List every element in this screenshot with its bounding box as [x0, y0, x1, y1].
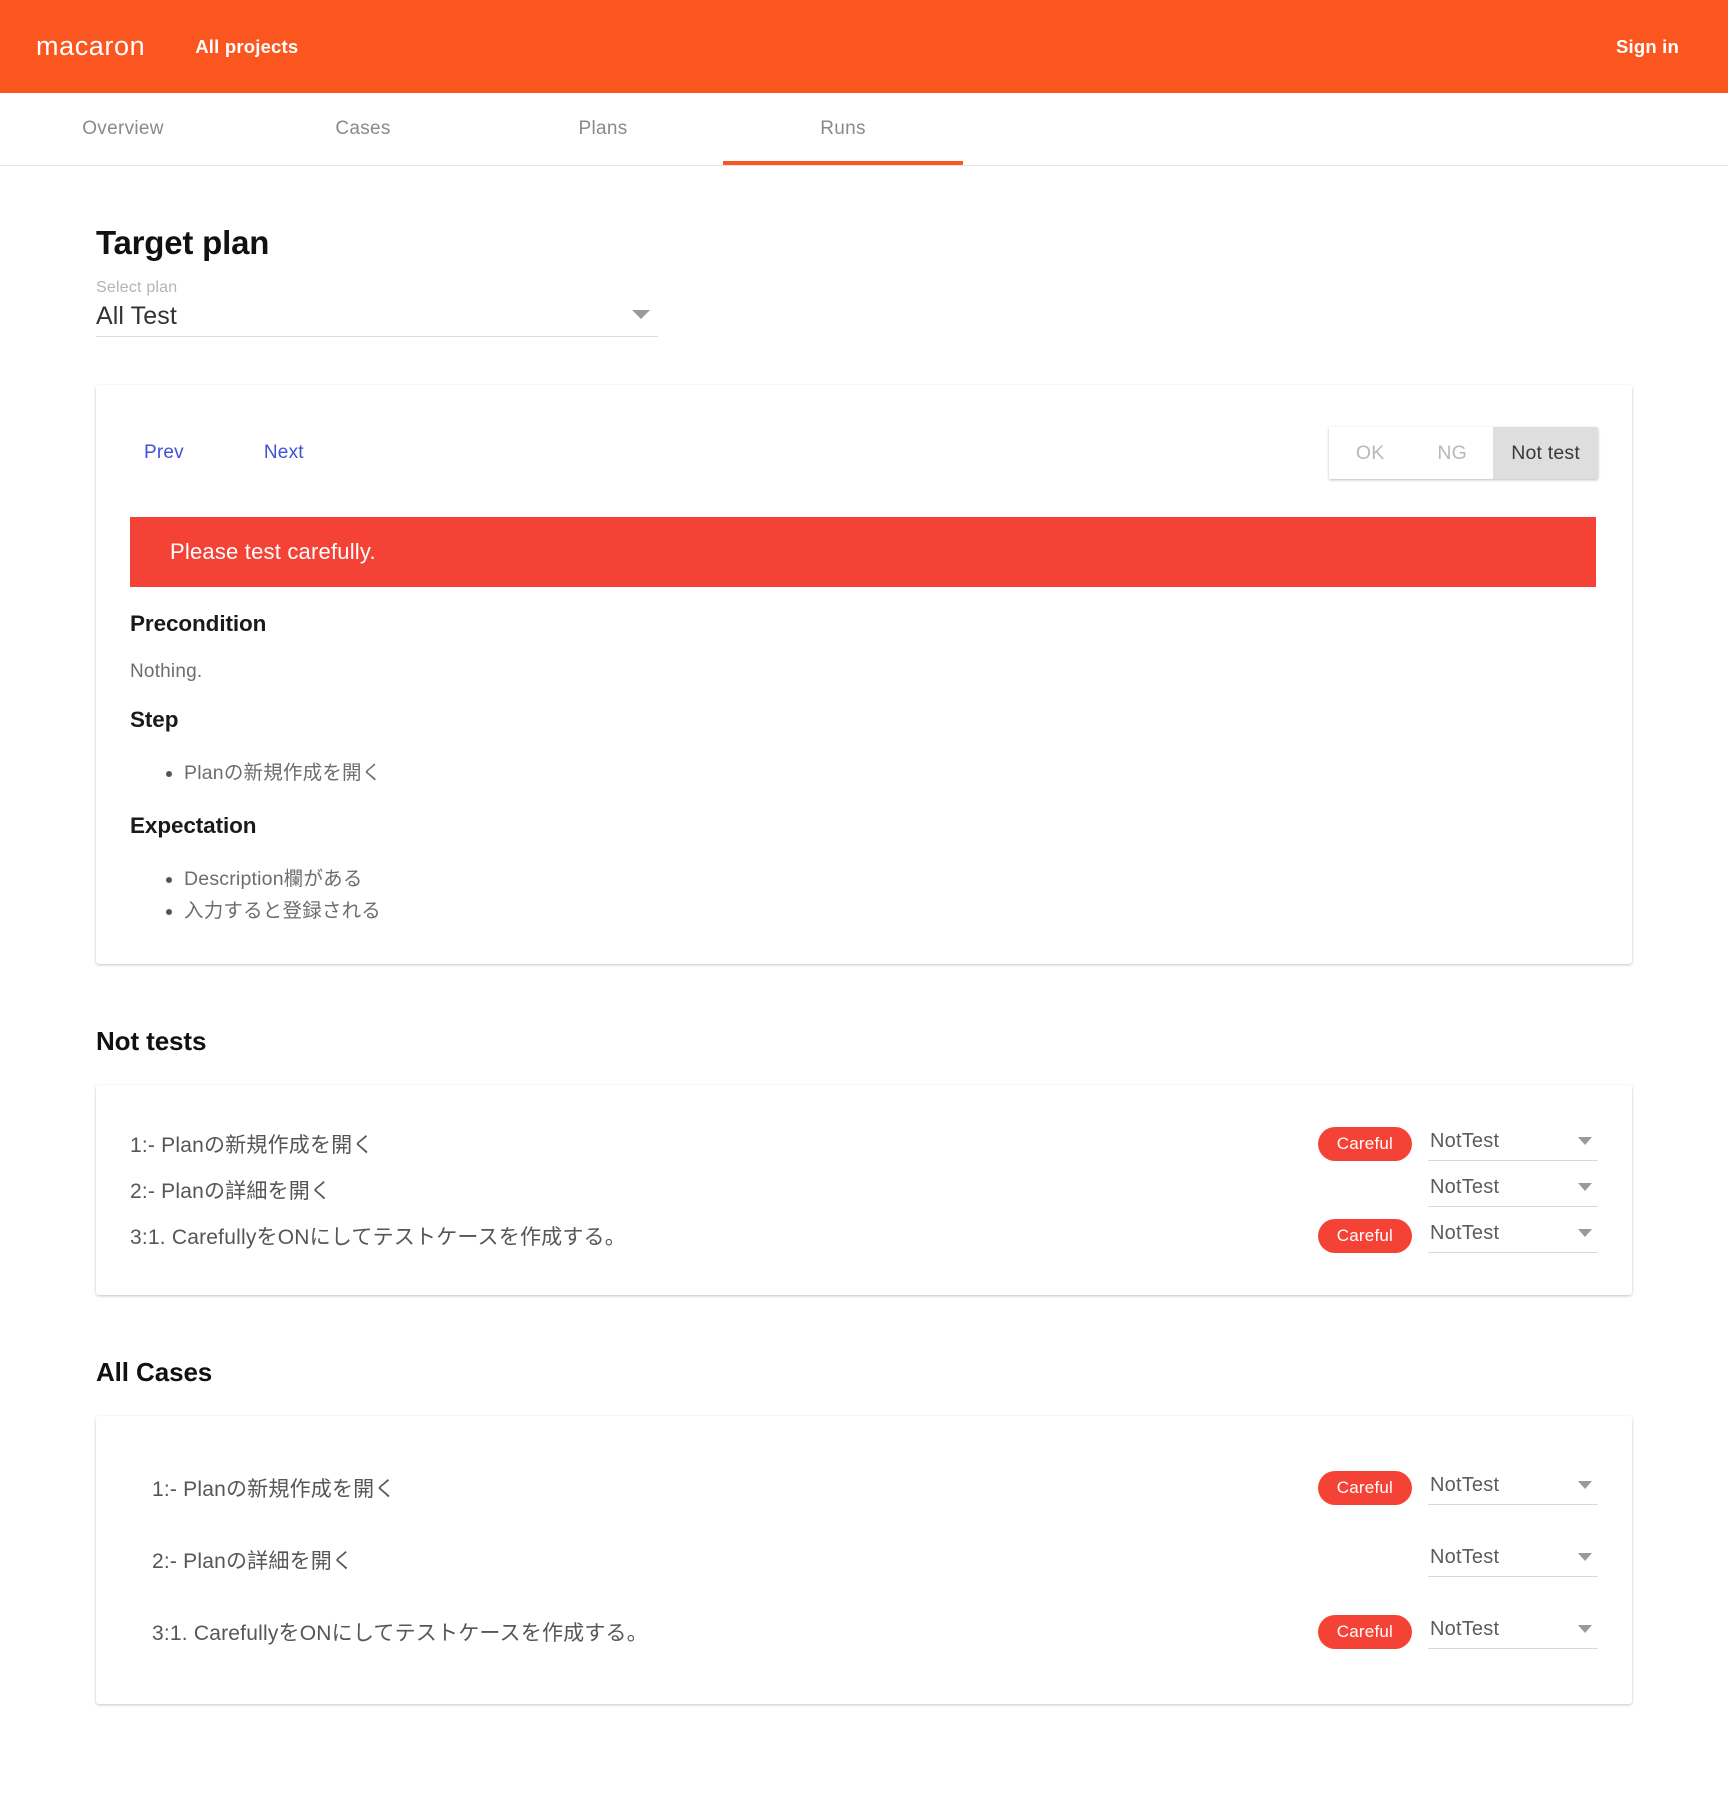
all-cases-row-controls: Careful NotTest — [1317, 1470, 1598, 1506]
expectation-list: Description欄がある 入力すると登録される — [130, 863, 1598, 927]
plan-select[interactable]: Select plan All Test — [96, 279, 658, 337]
chevron-down-icon — [1578, 1183, 1592, 1192]
all-cases-title: All Cases — [96, 1356, 213, 1387]
tab-runs[interactable]: Runs — [723, 93, 963, 165]
precondition-heading: Precondition — [130, 611, 267, 636]
not-tests-row-label: 1:- Planの新規作成を開く — [130, 1133, 374, 1157]
not-tests-status-value: NotTest — [1430, 1130, 1500, 1153]
not-tests-status-select[interactable]: NotTest — [1428, 1126, 1598, 1162]
status-button-ok[interactable]: OK — [1329, 427, 1412, 479]
all-cases-row-controls: Careful NotTest — [1317, 1614, 1598, 1650]
status-badge: Careful — [1317, 1470, 1412, 1505]
not-tests-status-value: NotTest — [1430, 1222, 1500, 1245]
all-cases-status-select[interactable]: NotTest — [1428, 1542, 1598, 1578]
status-badge: Careful — [1317, 1126, 1412, 1161]
table-row[interactable]: 3:1. CarefullyをONにしてテストケースを作成する。 Careful… — [130, 1596, 1598, 1668]
not-tests-card: 1:- Planの新規作成を開く Careful NotTest 2:- Pla… — [96, 1084, 1632, 1295]
chevron-down-icon — [1578, 1137, 1592, 1146]
all-cases-row-controls: Careful NotTest — [1318, 1542, 1598, 1578]
brand-logo[interactable]: macaron — [36, 31, 145, 62]
table-row[interactable]: 3:1. CarefullyをONにしてテストケースを作成する。 Careful… — [130, 1213, 1598, 1259]
expectation-list-item: 入力すると登録される — [184, 895, 1598, 927]
next-button[interactable]: Next — [264, 442, 304, 464]
all-cases-row-label: 3:1. CarefullyをONにしてテストケースを作成する。 — [152, 1621, 648, 1645]
prev-button[interactable]: Prev — [144, 442, 184, 464]
all-cases-row-label: 2:- Planの詳細を開く — [152, 1549, 354, 1573]
chevron-down-icon — [1578, 1625, 1592, 1634]
not-tests-row-controls: Careful NotTest — [1317, 1218, 1598, 1254]
tab-cases[interactable]: Cases — [243, 93, 483, 165]
tab-runs-label: Runs — [820, 118, 866, 139]
table-row[interactable]: 1:- Planの新規作成を開く Careful NotTest — [130, 1452, 1598, 1524]
tab-plans-label: Plans — [578, 118, 628, 139]
case-detail-card: Prev Next OK NG Not test Please test car… — [96, 385, 1632, 964]
chevron-down-icon — [632, 310, 650, 319]
all-cases-status-select[interactable]: NotTest — [1428, 1470, 1598, 1506]
all-cases-row-label: 1:- Planの新規作成を開く — [152, 1477, 396, 1501]
chevron-down-icon — [1578, 1229, 1592, 1238]
page-content: Target plan Select plan All Test Prev Ne… — [0, 224, 1728, 1744]
table-row[interactable]: 2:- Planの詳細を開く Careful NotTest — [130, 1524, 1598, 1596]
case-nav-row: Prev Next OK NG Not test — [130, 425, 1598, 481]
all-cases-status-value: NotTest — [1430, 1546, 1500, 1569]
not-tests-status-select[interactable]: NotTest — [1428, 1172, 1598, 1208]
expectation-list-item: Description欄がある — [184, 863, 1598, 895]
chevron-down-icon — [1578, 1553, 1592, 1562]
all-cases-status-select[interactable]: NotTest — [1428, 1614, 1598, 1650]
status-badge: Careful — [1317, 1614, 1412, 1649]
not-tests-row-controls: Careful NotTest — [1318, 1172, 1598, 1208]
not-tests-row-label: 3:1. CarefullyをONにしてテストケースを作成する。 — [130, 1225, 626, 1249]
tab-cases-label: Cases — [335, 118, 391, 139]
plan-select-value: All Test — [96, 302, 177, 330]
not-tests-row-label: 2:- Planの詳細を開く — [130, 1179, 332, 1203]
all-cases-status-value: NotTest — [1430, 1474, 1500, 1497]
step-list-item: Planの新規作成を開く — [184, 757, 1598, 789]
bottom-spacer — [96, 1704, 1632, 1744]
expectation-heading: Expectation — [130, 813, 257, 839]
careful-alert-text: Please test carefully. — [170, 539, 376, 564]
page-title: Target plan — [96, 224, 270, 261]
status-button-group: OK NG Not test — [1329, 427, 1598, 479]
not-tests-status-select[interactable]: NotTest — [1428, 1218, 1598, 1254]
not-tests-title: Not tests — [96, 1025, 207, 1056]
chevron-down-icon — [1578, 1481, 1592, 1490]
tab-overview[interactable]: Overview — [3, 93, 243, 165]
not-tests-row-controls: Careful NotTest — [1317, 1126, 1598, 1162]
main-tabbar: Overview Cases Plans Runs — [0, 93, 1728, 166]
plan-select-label: Select plan — [96, 279, 178, 296]
status-badge: Careful — [1317, 1218, 1412, 1253]
step-list: Planの新規作成を開く — [130, 757, 1598, 789]
tab-plans[interactable]: Plans — [483, 93, 723, 165]
app-header: macaron All projects Sign in — [0, 0, 1728, 93]
sign-in-button[interactable]: Sign in — [1616, 36, 1679, 58]
precondition-text: Nothing. — [130, 661, 203, 682]
status-button-ng[interactable]: NG — [1411, 427, 1494, 479]
all-projects-link[interactable]: All projects — [195, 36, 298, 58]
all-cases-card: 1:- Planの新規作成を開く Careful NotTest 2:- Pla… — [96, 1415, 1632, 1704]
not-tests-status-value: NotTest — [1430, 1176, 1500, 1199]
table-row[interactable]: 2:- Planの詳細を開く Careful NotTest — [130, 1167, 1598, 1213]
status-button-not-test[interactable]: Not test — [1493, 427, 1598, 479]
step-heading: Step — [130, 707, 179, 732]
all-cases-status-value: NotTest — [1430, 1618, 1500, 1641]
tab-overview-label: Overview — [82, 118, 164, 139]
table-row[interactable]: 1:- Planの新規作成を開く Careful NotTest — [130, 1121, 1598, 1167]
careful-alert-banner: Please test carefully. — [130, 517, 1596, 587]
